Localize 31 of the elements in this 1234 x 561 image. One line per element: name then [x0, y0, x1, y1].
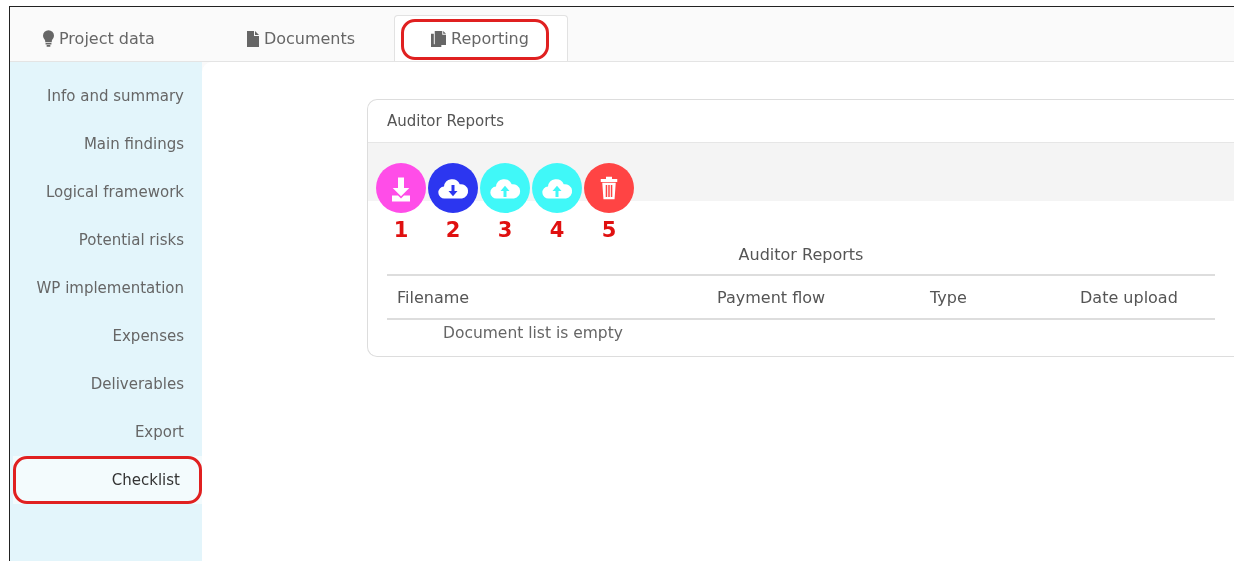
document-icon: [246, 30, 259, 47]
sidebar-item[interactable]: Export: [10, 408, 202, 456]
cloud-download-icon: [438, 179, 469, 199]
column-header: Type: [929, 287, 968, 307]
sidebar-item[interactable]: Potential risks: [10, 216, 202, 264]
empty-message: Document list is empty: [443, 324, 623, 342]
documents-icon: [431, 30, 447, 47]
sidebar-item[interactable]: WP implementation: [10, 264, 202, 312]
trash-icon: [600, 176, 618, 200]
sidebar-item[interactable]: Deliverables: [10, 360, 202, 408]
download-icon: [392, 177, 410, 202]
tab[interactable]: Reporting: [394, 15, 568, 61]
annotation-number: 1: [393, 218, 409, 242]
cloud-upload-icon: [490, 179, 521, 199]
sidebar-item[interactable]: Expenses: [10, 312, 202, 360]
annotation-number: 2: [445, 218, 461, 242]
sidebar-item[interactable]: Main findings: [10, 120, 202, 168]
sidebar-item[interactable]: Checklist: [13, 456, 202, 504]
column-header: Payment flow: [716, 287, 827, 307]
annotation-number: 5: [601, 218, 617, 242]
tab[interactable]: Documents: [233, 15, 379, 61]
column-header: Date upload: [1079, 287, 1179, 307]
cloud-upload-icon: [542, 179, 573, 199]
tab[interactable]: Project data: [30, 15, 178, 61]
lightbulb-icon: [43, 30, 54, 47]
annotation-number: 4: [549, 218, 565, 242]
column-header: Filename: [396, 287, 471, 307]
table-caption: Auditor Reports: [737, 245, 865, 266]
annotation-number: 3: [497, 218, 513, 242]
sidebar-item[interactable]: Logical framework: [10, 168, 202, 216]
sidebar-item[interactable]: Info and summary: [10, 72, 202, 120]
